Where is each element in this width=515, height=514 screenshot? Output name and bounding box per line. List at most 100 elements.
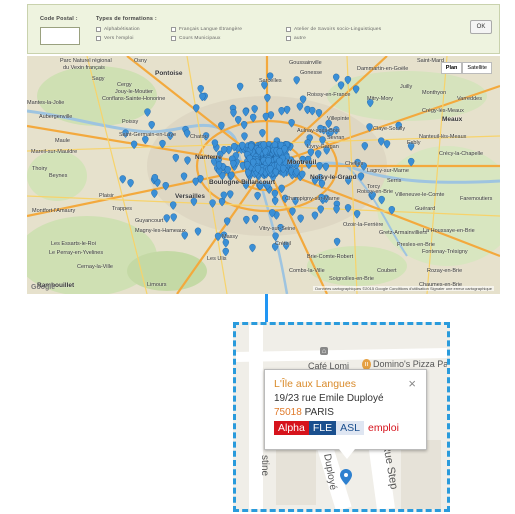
zip-code: 75018 <box>274 407 302 418</box>
map-label: Massy <box>222 234 238 240</box>
map-label: Mareil-sur-Mauldre <box>31 149 78 155</box>
map-label: La Houssaye-en-Brie <box>423 228 475 234</box>
map-label: Chatou <box>190 134 208 140</box>
plan-button[interactable]: Plan <box>440 62 463 74</box>
map-label: Boulogne-Billancourt <box>209 179 276 186</box>
map-label: Crégy-lès-Meaux <box>422 108 464 114</box>
map-attribution[interactable]: Données cartographiques ©2015 Google Con… <box>313 286 494 291</box>
option-autre[interactable]: autre <box>286 36 306 41</box>
map-label: Goussainville <box>289 60 322 66</box>
map-label: Beynes <box>49 173 68 179</box>
map-label: Rozay-en-Brie <box>427 268 463 274</box>
option-asl[interactable]: Atelier de Savoirs socio-Linguistiques <box>286 27 381 32</box>
checkbox[interactable] <box>286 27 291 32</box>
map-label: Poissy <box>122 119 139 125</box>
map-label: Villeneuve-le-Comte <box>395 192 445 198</box>
map-view[interactable]: Plan Satellite Parc Naturel régional du … <box>27 56 500 294</box>
city-line: 75018 PARIS <box>274 407 334 418</box>
map-label: Lagny-sur-Marne <box>367 168 409 174</box>
map-label: Ozoir-la-Ferrière <box>343 222 384 228</box>
google-logo: Google <box>31 284 56 291</box>
map-label: Roissy-en-Brie <box>357 189 394 195</box>
map-type-toggle[interactable]: Plan Satellite <box>440 62 492 74</box>
map-label: Aulnay-sous-Bois <box>297 128 340 134</box>
checkbox[interactable] <box>171 27 176 32</box>
map-label: Noisy-le-Grand <box>310 174 357 181</box>
map-label: Gretz-Armainvilliers <box>379 230 427 236</box>
checkbox[interactable] <box>96 36 101 41</box>
map-label: Guérard <box>415 206 436 212</box>
tag-alpha: Alpha <box>274 421 309 435</box>
map-label: Montfort-l'Amaury <box>32 208 76 214</box>
option-cours-municipaux[interactable]: Cours Municipaux <box>171 36 221 41</box>
map-label: Esbly <box>407 140 421 146</box>
checkbox[interactable] <box>286 36 291 41</box>
map-label: Presles-en-Brie <box>397 242 435 248</box>
organization-name[interactable]: L'Île aux Langues <box>274 378 356 390</box>
ok-button[interactable]: OK <box>470 20 492 34</box>
zip-label: Code Postal : <box>40 16 78 22</box>
map-label: Fontenay-Trésigny <box>422 249 468 255</box>
street-label: stine <box>259 455 270 477</box>
map-label: Guyancourt <box>135 218 164 224</box>
map-label: Sarcelles <box>259 78 282 84</box>
map-label: Sevran <box>327 135 345 141</box>
map-label: Aubergenville <box>39 114 73 120</box>
map-label: Mitry-Mory <box>367 96 393 102</box>
map-label: Les Ulis <box>207 256 227 262</box>
map-label: Maule <box>55 138 70 144</box>
city-name: PARIS <box>304 407 334 418</box>
map-label: Soignolles-en-Brie <box>329 276 374 282</box>
map-label: Mantes-la-Jolie <box>27 100 65 106</box>
map-label: Conflans-Sainte-Honorine <box>102 96 166 102</box>
option-fle[interactable]: Français Langue Étrangère <box>171 27 242 32</box>
poi-icon: ⌂ <box>320 347 328 355</box>
zoom-connector <box>265 294 268 324</box>
map-label: Trappes <box>112 206 132 212</box>
training-types-label: Types de formations : <box>96 16 157 22</box>
map-label: Vitry-sur-Seine <box>259 226 296 232</box>
location-pin-icon[interactable] <box>340 469 352 485</box>
map-label: Cergy <box>117 82 132 88</box>
map-label: Livry-Gargan <box>307 144 339 150</box>
map-label: Limours <box>147 282 167 288</box>
checkbox[interactable] <box>96 27 101 32</box>
map-label: Juilly <box>400 84 413 90</box>
checkbox[interactable] <box>171 36 176 41</box>
map-label: Monthyon <box>422 90 447 96</box>
option-alphabetisation[interactable]: Alphabétisation <box>96 27 140 32</box>
option-vers-emploi[interactable]: Vers l'emploi <box>96 36 134 41</box>
zip-code-input[interactable] <box>40 27 80 45</box>
map-label: Villepinte <box>327 116 350 122</box>
satellite-button[interactable]: Satellite <box>462 62 492 74</box>
map-label: Combs-la-Ville <box>289 268 325 274</box>
street-label: Domino's Pizza Pari <box>373 359 450 369</box>
close-icon[interactable]: × <box>408 376 416 391</box>
map-label: Nanteuil-lès-Meaux <box>419 134 467 140</box>
map-label: du Vexin français <box>63 65 105 71</box>
map-label: Brie-Comte-Robert <box>307 254 354 260</box>
training-tags: Alpha FLE ASL emploi <box>274 421 403 435</box>
tag-asl: ASL <box>336 421 364 435</box>
map-label: Jouy-le-Moutier <box>115 89 153 95</box>
map-label: Montreuil <box>287 159 317 166</box>
map-label: Magny-les-Hameaux <box>135 228 186 234</box>
map-label: Varreddes <box>457 96 482 102</box>
map-label: Chelles <box>345 161 364 167</box>
tag-fle: FLE <box>308 421 337 435</box>
map-label: Cernay-la-Ville <box>77 264 113 270</box>
map-label: Serris <box>387 178 402 184</box>
map-label: Gonesse <box>300 70 323 76</box>
map-label: Faremoutiers <box>460 196 493 202</box>
map-label: Les Essarts-le-Roi <box>51 241 96 247</box>
map-label: Champigny-sur-Marne <box>285 196 340 202</box>
map-label: Coubert <box>377 268 397 274</box>
map-label: Créteil <box>275 241 291 247</box>
map-label: Parc Naturel régional <box>60 58 112 64</box>
map-label: Le Perray-en-Yvelines <box>49 250 104 256</box>
map-label: Versailles <box>175 193 205 200</box>
map-label: Saint-Mard <box>417 58 444 64</box>
tag-emploi: emploi <box>367 422 399 434</box>
map-label: Thoiry <box>32 166 48 172</box>
map-label: Osny <box>134 58 147 64</box>
